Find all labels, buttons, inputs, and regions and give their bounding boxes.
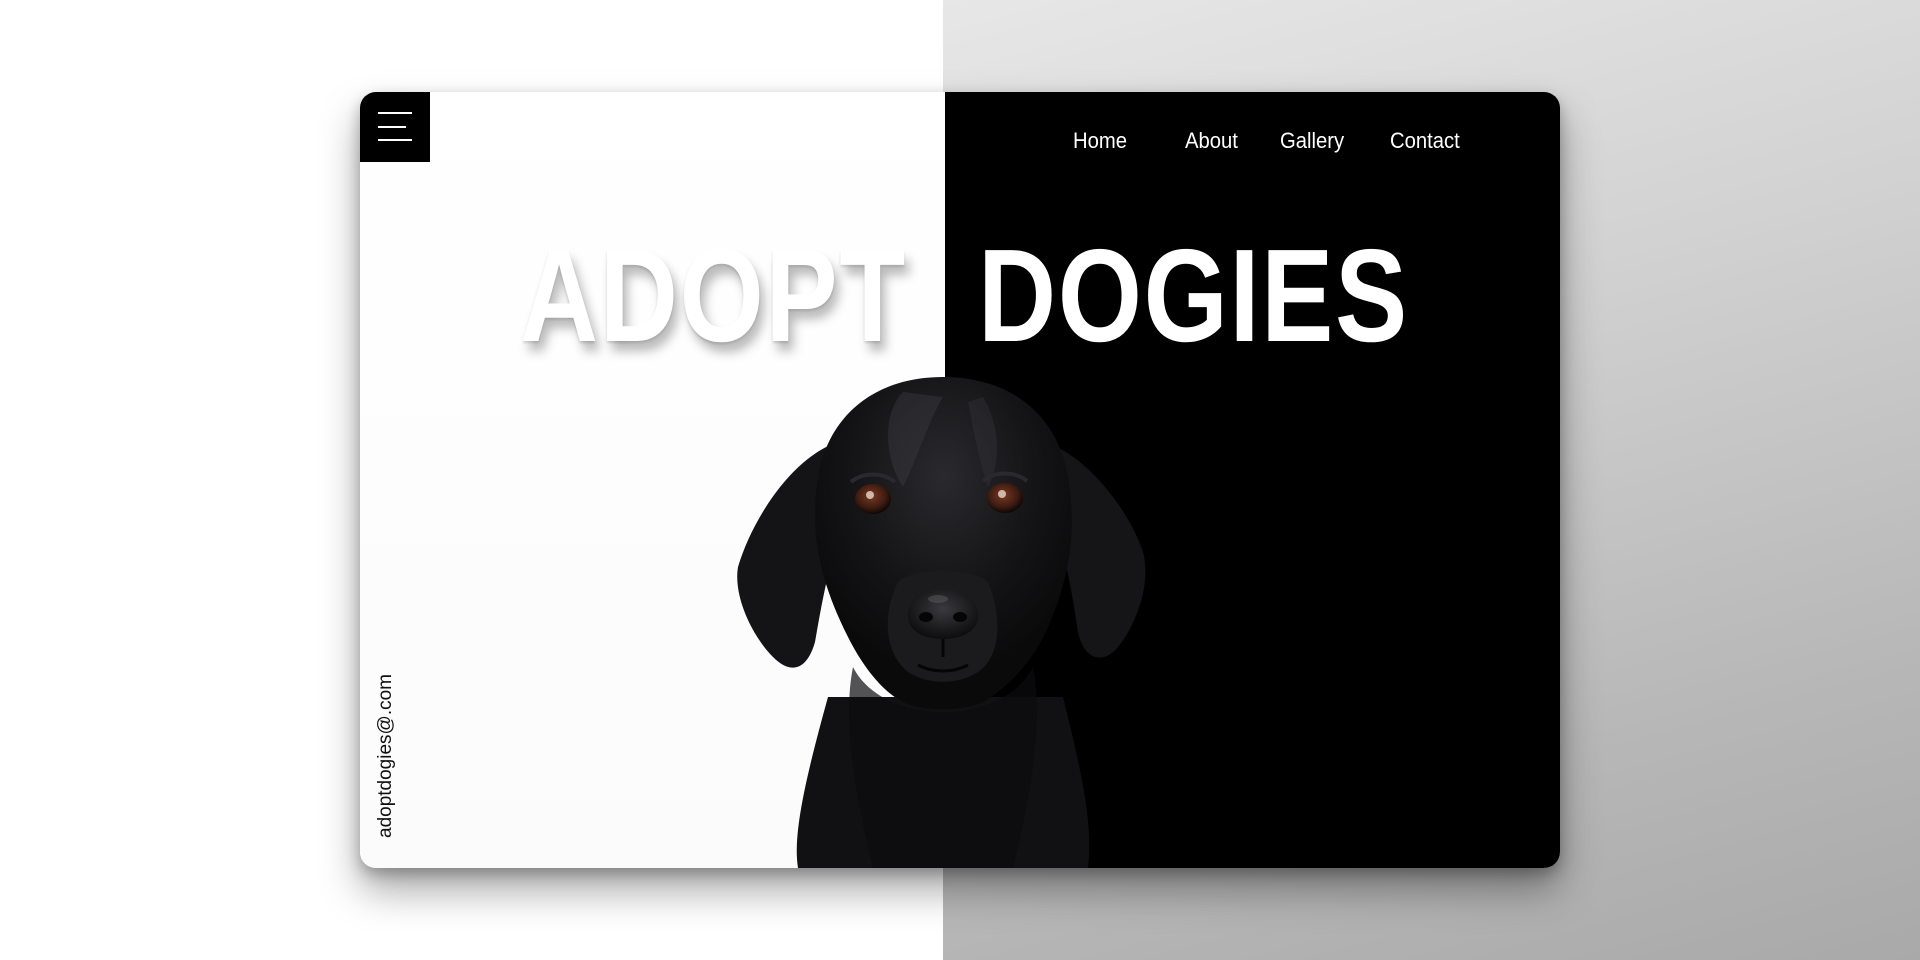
- nav-link-home[interactable]: Home: [1073, 128, 1127, 154]
- nav-link-about[interactable]: About: [1185, 128, 1238, 154]
- top-navigation: Home About Gallery Contact: [360, 128, 1560, 158]
- hero-title-dogies: DOGIES: [978, 222, 1409, 369]
- landing-card: Home About Gallery Contact ADOPT DOGIES …: [360, 92, 1560, 868]
- dog-image: [737, 377, 1146, 868]
- nav-link-contact[interactable]: Contact: [1390, 128, 1460, 154]
- hero-title-adopt: ADOPT: [520, 222, 908, 369]
- contact-email[interactable]: adoptdogies@.com: [375, 674, 397, 838]
- nav-link-gallery[interactable]: Gallery: [1280, 128, 1344, 154]
